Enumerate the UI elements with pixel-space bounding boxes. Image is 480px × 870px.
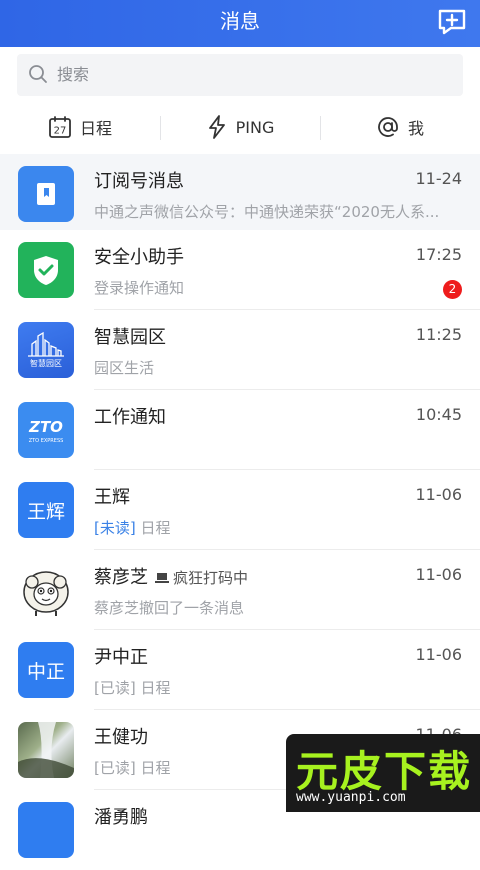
at-icon xyxy=(376,115,400,139)
quick-actions-bar: 27 日程 PING 我 xyxy=(0,100,480,154)
conversation-name: 安全小助手 xyxy=(94,243,184,269)
svg-text:智慧园区: 智慧园区 xyxy=(30,358,62,368)
ping-button[interactable]: PING xyxy=(160,100,320,154)
avatar xyxy=(18,802,74,858)
conversation-time: 17:25 xyxy=(416,245,462,264)
sheep-avatar-icon xyxy=(18,562,74,618)
avatar: 智慧园区 xyxy=(18,322,74,378)
waterfall-photo-icon xyxy=(18,722,74,778)
page-title: 消息 xyxy=(0,0,480,47)
shield-check-icon xyxy=(31,254,61,286)
avatar xyxy=(18,722,74,778)
read-tag: [已读] xyxy=(94,679,136,697)
conversation-preview: [未读] 日程 xyxy=(94,517,171,538)
conversation-preview: 蔡彦芝撤回了一条消息 xyxy=(94,597,244,618)
conversation-row[interactable]: 蔡彦芝疯狂打码中 11-06 蔡彦芝撤回了一条消息 xyxy=(0,550,480,630)
avatar xyxy=(18,166,74,222)
conversation-name: 王健功 xyxy=(94,723,148,749)
conversation-name: 智慧园区 xyxy=(94,323,166,349)
conversation-time: 11-06 xyxy=(416,565,463,584)
conversation-row[interactable]: 王辉 王辉 11-06 [未读] 日程 xyxy=(0,470,480,550)
conversation-time: 11:25 xyxy=(416,325,462,344)
bookmark-icon xyxy=(33,181,59,207)
conversation-name: 蔡彦芝疯狂打码中 xyxy=(94,563,248,589)
conversation-time: 11-06 xyxy=(416,485,463,504)
avatar: 王辉 xyxy=(18,482,74,538)
conversation-row[interactable]: 订阅号消息 11-24 中通之声微信公众号：中通快递荣获“2020无人系... xyxy=(0,154,480,234)
zto-logo-icon: ZTO ZTO EXPRESS xyxy=(18,402,74,458)
svg-text:ZTO EXPRESS: ZTO EXPRESS xyxy=(29,438,64,444)
app-header: 消息 xyxy=(0,0,480,47)
laptop-icon xyxy=(154,572,170,584)
svg-text:ZTO: ZTO xyxy=(28,418,63,436)
conversation-row[interactable]: 智慧园区 智慧园区 11:25 园区生活 xyxy=(0,310,480,390)
mentions-button[interactable]: 我 xyxy=(320,100,480,154)
mentions-label: 我 xyxy=(408,115,424,139)
svg-text:27: 27 xyxy=(54,126,67,137)
conversation-name: 潘勇鹏 xyxy=(94,803,148,829)
calendar-icon: 27 xyxy=(48,115,72,139)
presence-status: 疯狂打码中 xyxy=(154,569,248,587)
conversation-row[interactable]: ZTO ZTO EXPRESS 工作通知 10:45 xyxy=(0,390,480,470)
unread-badge: 2 xyxy=(443,280,462,299)
avatar: ZTO ZTO EXPRESS xyxy=(18,402,74,458)
conversation-preview: 登录操作通知 xyxy=(94,277,184,298)
conversation-time: 11-06 xyxy=(416,645,463,664)
unread-tag: [未读] xyxy=(94,519,136,537)
watermark-url: www.yuanpi.com xyxy=(296,790,406,805)
avatar: 中正 xyxy=(18,642,74,698)
search-placeholder: 搜索 xyxy=(57,54,89,96)
conversation-name: 尹中正 xyxy=(94,643,148,669)
lightning-icon xyxy=(206,115,228,139)
conversation-time: 10:45 xyxy=(416,405,462,424)
search-icon xyxy=(28,64,48,84)
conversation-name: 订阅号消息 xyxy=(94,167,184,193)
avatar xyxy=(18,242,74,298)
smart-park-logo-icon: 智慧园区 xyxy=(18,322,74,378)
conversation-name: 工作通知 xyxy=(94,403,166,429)
conversation-name: 王辉 xyxy=(94,483,130,509)
schedule-button[interactable]: 27 日程 xyxy=(0,100,160,154)
search-bar[interactable]: 搜索 xyxy=(17,54,463,96)
schedule-label: 日程 xyxy=(80,115,112,139)
new-chat-icon[interactable] xyxy=(436,6,468,38)
avatar xyxy=(18,562,74,618)
conversation-preview: 园区生活 xyxy=(94,357,154,378)
avatar-initials: 中正 xyxy=(27,657,65,684)
avatar-initials: 王辉 xyxy=(27,497,65,524)
conversation-row[interactable]: 安全小助手 17:25 登录操作通知 2 xyxy=(0,230,480,310)
conversation-preview: [已读] 日程 xyxy=(94,677,171,698)
conversation-preview: [已读] 日程 xyxy=(94,757,171,778)
conversation-preview: 中通之声微信公众号：中通快递荣获“2020无人系... xyxy=(94,201,439,222)
conversation-row[interactable]: 中正 尹中正 11-06 [已读] 日程 xyxy=(0,630,480,710)
site-watermark: 元皮下载 www.yuanpi.com xyxy=(286,734,480,812)
read-tag: [已读] xyxy=(94,759,136,777)
conversation-time: 11-24 xyxy=(416,169,463,188)
ping-label: PING xyxy=(236,118,275,137)
